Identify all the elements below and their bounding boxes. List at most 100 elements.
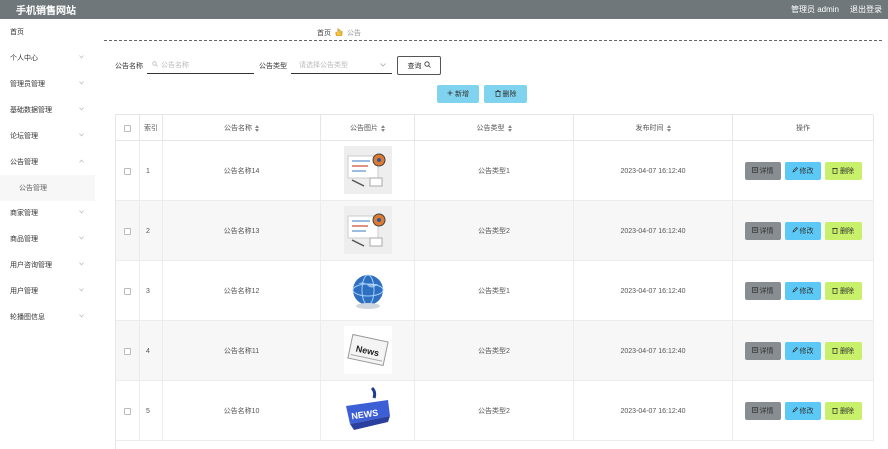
header-time[interactable]: 发布时间 — [574, 115, 733, 141]
name-filter-label: 公告名称 — [115, 63, 143, 70]
row-checkbox[interactable] — [124, 227, 131, 235]
table-row: 2 公告名称13 公告类型2 2023-04-07 16:12:40 详情 修改 删除 — [116, 201, 874, 261]
trash-icon — [832, 407, 838, 416]
edit-button[interactable]: 修改 — [784, 402, 821, 420]
row-index: 4 — [140, 321, 163, 381]
row-time: 2023-04-07 16:12:40 — [574, 321, 733, 381]
table-row: 3 公告名称12 公告类型1 2023-04-07 16:12:40 详情 修改 删除 — [116, 261, 874, 321]
table-row: 4 公告名称11 News 公告类型2 2023-04-07 16:12:40 详情 修改 删… — [116, 321, 874, 381]
chevron-down-icon — [79, 287, 84, 292]
sidebar-item-label: 管理员管理 — [10, 81, 45, 88]
detail-button-label: 详情 — [759, 168, 774, 175]
sidebar-item[interactable]: 商品管理 — [0, 226, 95, 252]
sidebar-item[interactable]: 论坛管理 — [0, 123, 95, 149]
sort-icon — [507, 124, 512, 132]
delete-button-label: 删除 — [840, 288, 854, 295]
breadcrumb-home[interactable]: 首页 — [317, 28, 331, 38]
row-actions: 详情 修改 删除 — [733, 381, 874, 441]
trash-icon — [832, 167, 838, 176]
add-button-label: 新增 — [455, 91, 469, 98]
row-image: News — [321, 321, 415, 381]
row-checkbox[interactable] — [124, 167, 131, 175]
row-select-cell — [116, 141, 140, 201]
logout-link[interactable]: 退出登录 — [850, 4, 882, 15]
name-search-input[interactable]: 公告名称 — [147, 56, 254, 74]
detail-button[interactable]: 详情 — [744, 282, 781, 300]
sidebar-item[interactable]: 轮播图信息 — [0, 304, 95, 330]
row-name: 公告名称11 — [163, 321, 321, 381]
chevron-down-icon — [79, 313, 84, 318]
row-image — [321, 261, 415, 321]
sidebar: 首页 个人中心 管理员管理 基础数据管理 论坛管理 公告管理 公告管理 商家管理 商品管理 用户咨… — [0, 19, 95, 449]
delete-button[interactable]: 删除 — [824, 342, 862, 360]
sidebar-item[interactable]: 管理员管理 — [0, 71, 95, 97]
detail-button[interactable]: 详情 — [744, 222, 781, 240]
sidebar-item-label: 用户管理 — [10, 288, 38, 295]
select-all-checkbox[interactable] — [124, 124, 131, 132]
globe-icon — [344, 266, 392, 316]
header-name[interactable]: 公告名称 — [163, 115, 321, 141]
chevron-down-icon — [79, 106, 84, 111]
edit-button[interactable]: 修改 — [784, 282, 821, 300]
user-label: 管理员 admin — [790, 5, 839, 14]
sidebar-item-label: 用户咨询管理 — [10, 262, 52, 269]
edit-icon — [791, 407, 798, 415]
delete-button[interactable]: 删除 — [824, 222, 862, 240]
query-button[interactable]: 查询 — [397, 56, 441, 75]
header-time-label: 发布时间 — [635, 125, 664, 132]
row-time: 2023-04-07 16:12:40 — [574, 201, 733, 261]
row-select-cell — [116, 261, 140, 321]
edit-button[interactable]: 修改 — [784, 222, 821, 240]
delete-button[interactable]: 删除 — [824, 162, 862, 180]
sidebar-item[interactable]: 基础数据管理 — [0, 97, 95, 123]
sidebar-subitem[interactable]: 公告管理 — [0, 175, 95, 201]
detail-button[interactable]: 详情 — [744, 162, 781, 180]
row-type: 公告类型1 — [415, 141, 574, 201]
trash-icon — [832, 227, 838, 236]
select-all-cell — [116, 115, 140, 141]
row-checkbox[interactable] — [124, 347, 131, 355]
sidebar-item[interactable]: 个人中心 — [0, 45, 95, 71]
edit-button-label: 修改 — [799, 408, 814, 415]
sidebar-item[interactable]: 首页 — [0, 19, 95, 45]
sidebar-item[interactable]: 用户咨询管理 — [0, 252, 95, 278]
detail-icon — [751, 407, 758, 415]
row-checkbox[interactable] — [124, 407, 131, 415]
detail-button-label: 详情 — [759, 408, 774, 415]
trash-icon — [832, 287, 838, 296]
edit-icon — [791, 347, 798, 355]
edit-icon — [791, 227, 798, 235]
row-index: 1 — [140, 141, 163, 201]
sidebar-item[interactable]: 商家管理 — [0, 200, 95, 226]
row-actions: 详情 修改 删除 — [733, 201, 874, 261]
delete-button-label: 删除 — [840, 228, 854, 235]
header-image[interactable]: 公告图片 — [321, 115, 415, 141]
row-index: 3 — [140, 261, 163, 321]
row-checkbox[interactable] — [124, 287, 131, 295]
row-type: 公告类型2 — [415, 381, 574, 441]
sort-icon — [255, 124, 259, 132]
detail-button[interactable]: 详情 — [744, 342, 781, 360]
search-icon — [152, 60, 158, 69]
sort-icon — [381, 124, 385, 132]
edit-button[interactable]: 修改 — [784, 162, 821, 180]
edit-button-label: 修改 — [799, 288, 814, 295]
batch-delete-button[interactable]: 删除 — [484, 85, 527, 103]
detail-button[interactable]: 详情 — [744, 402, 781, 420]
trash-icon — [494, 89, 501, 99]
add-button[interactable]: 新增 — [437, 85, 479, 103]
type-select[interactable]: 请选择公告类型 — [291, 56, 392, 74]
row-type: 公告类型2 — [415, 201, 574, 261]
header-type[interactable]: 公告类型 — [415, 115, 574, 141]
delete-button[interactable]: 删除 — [824, 282, 862, 300]
sidebar-item-label: 公告管理 — [19, 185, 47, 192]
sidebar-item[interactable]: 用户管理 — [0, 278, 95, 304]
sidebar-item[interactable]: 公告管理 — [0, 149, 95, 175]
edit-button[interactable]: 修改 — [784, 342, 821, 360]
chevron-down-icon — [79, 261, 84, 266]
sidebar-item-label: 首页 — [10, 29, 24, 36]
row-type: 公告类型2 — [415, 321, 574, 381]
delete-button[interactable]: 删除 — [824, 402, 862, 420]
row-actions: 详情 修改 删除 — [733, 321, 874, 381]
sidebar-item-label: 公告管理 — [10, 159, 38, 166]
